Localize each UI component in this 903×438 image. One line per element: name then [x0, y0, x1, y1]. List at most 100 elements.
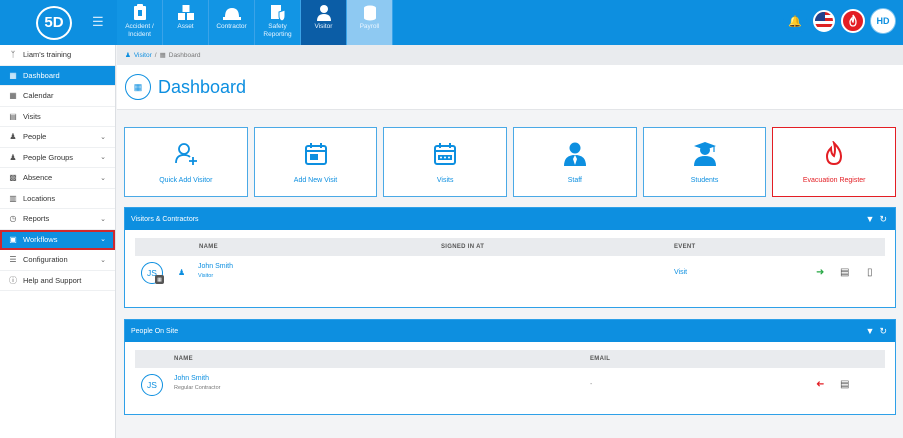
sidebar-item-label: Visits	[23, 111, 41, 121]
sidebar-item-people-groups[interactable]: ♟ People Groups ⌄	[0, 148, 115, 168]
sidebar-item-absence[interactable]: ▩ Absence ⌄	[0, 168, 115, 189]
sign-in-icon[interactable]: ➜	[816, 267, 824, 278]
sidebar-item-configuration[interactable]: ☰ Configuration ⌄	[0, 250, 115, 271]
configuration-icon: ☰	[9, 255, 17, 265]
sidebar-item-reports[interactable]: ◷ Reports ⌄	[0, 209, 115, 230]
sidebar-item-label: Help and Support	[23, 275, 82, 285]
chevron-down-icon: ⌄	[100, 256, 106, 264]
sidebar-item-label: Liam's training	[23, 50, 72, 60]
dashboard-icon: ▦	[125, 74, 151, 100]
sidebar-item-label: Reports	[23, 214, 50, 224]
row-name[interactable]: John Smith	[198, 263, 233, 270]
locations-icon: ▥	[9, 193, 17, 203]
user-avatar[interactable]: HD	[871, 9, 895, 33]
row-type: Regular Contractor	[174, 385, 221, 391]
column-header-name[interactable]: NAME	[174, 356, 193, 362]
module-accident-incident[interactable]: Accident / Incident	[117, 0, 163, 45]
people-groups-icon: ♟	[9, 152, 17, 162]
staff-card[interactable]: Staff	[513, 127, 637, 197]
column-header-name[interactable]: NAME	[199, 244, 218, 250]
card-label: Evacuation Register	[802, 176, 866, 184]
page-title: Dashboard	[158, 76, 247, 97]
module-safety-reporting[interactable]: Safety Reporting	[255, 0, 301, 45]
table-row[interactable]: JS ▦ ♟ John Smith Visitor Visit ➜ ▤ ▯	[135, 256, 885, 290]
absence-icon: ▩	[9, 173, 17, 183]
person-icon: ♟	[125, 52, 131, 59]
menu-toggle-icon[interactable]: ☰	[92, 15, 104, 28]
sidebar-item-workflows[interactable]: ▣ Workflows ⌄	[0, 229, 115, 250]
row-event[interactable]: Visit	[674, 269, 687, 276]
visits-card[interactable]: Visits	[383, 127, 508, 197]
refresh-icon[interactable]: ↻	[879, 326, 887, 336]
module-payroll[interactable]: Payroll	[347, 0, 393, 45]
page-header: ▦ Dashboard	[117, 65, 903, 110]
panel-header: Visitors & Contractors ▼ ↻	[125, 208, 895, 230]
refresh-icon[interactable]: ↻	[879, 214, 887, 224]
add-user-icon	[174, 142, 197, 165]
sidebar-item-people[interactable]: ♟ People ⌄	[0, 127, 115, 148]
door-icon[interactable]: ▯	[867, 267, 873, 278]
asset-icon	[177, 5, 194, 20]
module-contractor[interactable]: Contractor	[209, 0, 255, 45]
breadcrumb-root[interactable]: Visitor	[134, 52, 152, 59]
visitor-type-icon: ♟	[178, 268, 186, 277]
app-logo[interactable]: 5D	[36, 5, 72, 40]
module-label: Safety Reporting	[263, 23, 292, 38]
chevron-down-icon: ⌄	[100, 133, 106, 141]
column-header-email[interactable]: EMAIL	[590, 356, 610, 362]
filter-icon[interactable]: ▼	[866, 214, 875, 224]
module-label: Visitor	[314, 23, 333, 30]
sign-out-icon[interactable]: ➜	[816, 379, 824, 390]
sidebar-item-label: Dashboard	[23, 70, 60, 80]
fire-icon	[826, 140, 843, 165]
table-header: NAME EMAIL	[135, 350, 885, 368]
calendar-add-icon	[304, 142, 327, 165]
sidebar-item-dashboard[interactable]: ▦ Dashboard	[0, 65, 115, 86]
sidebar-item-label: Configuration	[23, 255, 68, 265]
staff-icon	[563, 142, 586, 166]
sidebar-item-help[interactable]: ⓘ Help and Support	[0, 271, 115, 291]
evacuation-register-card[interactable]: Evacuation Register	[772, 127, 897, 197]
card-label: Quick Add Visitor	[159, 176, 213, 184]
sidebar-item-visits[interactable]: ▤ Visits	[0, 107, 115, 127]
top-right-actions: 🔔 HD	[783, 9, 895, 33]
row-email: -	[590, 381, 593, 388]
panel-title: Visitors & Contractors	[131, 215, 199, 223]
table-row[interactable]: JS John Smith Regular Contractor - ➜ ▤	[135, 368, 885, 402]
workflows-icon: ▣	[9, 234, 17, 244]
id-badge-icon: ▦	[155, 275, 164, 284]
row-name[interactable]: John Smith	[174, 375, 209, 382]
sidebar-item-label: Absence	[23, 173, 53, 183]
chevron-down-icon: ⌄	[100, 215, 106, 223]
column-header-event[interactable]: EVENT	[674, 244, 696, 250]
breadcrumb: ♟ Visitor / ▦ Dashboard	[117, 45, 903, 65]
us-flag-icon[interactable]	[813, 10, 835, 32]
column-header-signed-in-at[interactable]: SIGNED IN AT	[441, 244, 484, 250]
module-visitor[interactable]: Visitor	[301, 0, 347, 45]
panel-header: People On Site ▼ ↻	[125, 320, 895, 342]
evacuation-fire-icon[interactable]	[841, 9, 865, 33]
id-card-icon[interactable]: ▤	[840, 379, 849, 390]
bell-icon[interactable]: 🔔	[783, 9, 807, 33]
reports-icon: ◷	[9, 214, 17, 224]
sidebar-item-label: People Groups	[23, 152, 74, 162]
module-label: Payroll	[359, 23, 380, 30]
people-on-site-panel: People On Site ▼ ↻ NAME EMAIL JS John Smi…	[124, 319, 896, 415]
calendar-icon: ▦	[9, 91, 17, 101]
filter-icon[interactable]: ▼	[866, 326, 875, 336]
add-new-visit-card[interactable]: Add New Visit	[253, 127, 378, 197]
module-label: Contractor	[216, 23, 247, 30]
table-header: NAME SIGNED IN AT EVENT	[135, 238, 885, 256]
students-card[interactable]: Students	[642, 127, 767, 197]
module-asset[interactable]: Asset	[163, 0, 209, 45]
sidebar-item-locations[interactable]: ▥ Locations	[0, 189, 115, 209]
accident-icon	[133, 4, 146, 20]
shield-icon	[270, 5, 285, 22]
card-label: Students	[690, 176, 719, 184]
top-bar: 5D ☰ Accident / Incident Asset Contracto…	[0, 0, 903, 45]
dashboard-icon: ▦	[9, 70, 17, 80]
sidebar-item-calendar[interactable]: ▦ Calendar	[0, 86, 115, 107]
quick-add-visitor-card[interactable]: Quick Add Visitor	[124, 127, 248, 197]
sidebar-item-training[interactable]: ᛉ Liam's training	[0, 45, 115, 66]
id-card-icon[interactable]: ▤	[840, 267, 849, 278]
